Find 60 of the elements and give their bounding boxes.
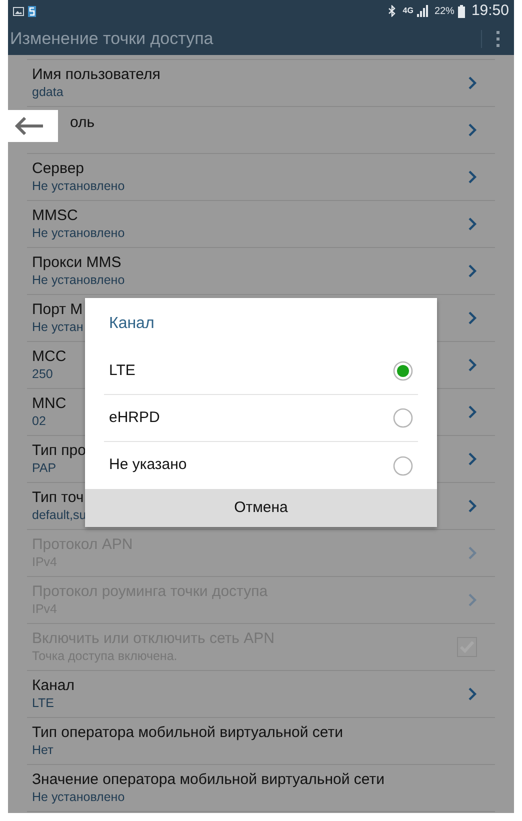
setting-value: Не установлено [32, 273, 125, 288]
radio-button[interactable] [393, 456, 413, 476]
option-label: eHRPD [109, 408, 161, 428]
chevron-right-icon [468, 452, 477, 466]
radio-button[interactable] [393, 408, 413, 428]
setting-value: Нет [32, 743, 54, 758]
setting-value: 02 [32, 414, 46, 429]
clock: 19:50 [471, 0, 509, 21]
setting-title: Порт M [32, 301, 83, 318]
setting-title: Значение оператора мобильной виртуальной сети [32, 771, 385, 788]
setting-title: MNC [32, 395, 66, 412]
setting-title: Прокси MMS [32, 254, 122, 272]
chevron-right-icon [468, 76, 477, 90]
setting-value: Не установлено [32, 226, 125, 241]
radio-option[interactable]: Не указано [104, 442, 418, 489]
back-arrow-icon [14, 117, 44, 135]
battery-icon [458, 4, 466, 18]
app-icon [28, 6, 36, 16]
radio-option[interactable]: LTE [104, 348, 418, 395]
option-label: LTE [109, 360, 136, 381]
dialog-title: Канал [108, 314, 156, 334]
chevron-right-icon [468, 499, 477, 513]
setting-value: PAP [32, 461, 56, 476]
setting-value: default,su [32, 508, 86, 523]
setting-title: MCC [32, 348, 66, 366]
setting-title: оль [69, 114, 95, 132]
chevron-right-icon [468, 123, 477, 137]
setting-value: Не устан [32, 320, 84, 335]
setting-title: Тип про [32, 442, 86, 460]
network-type: 4G [402, 5, 414, 17]
setting-title: MMSC [32, 207, 78, 224]
chevron-right-icon [468, 358, 477, 372]
setting-title: Сервер [32, 160, 84, 178]
option-label: Не указано [109, 455, 188, 476]
image-icon [13, 6, 24, 16]
chevron-right-icon [468, 217, 477, 231]
setting-title: Тип точ [32, 489, 84, 506]
setting-value: Не установлено [32, 179, 125, 194]
chevron-right-icon [468, 546, 477, 560]
cancel-button[interactable]: Отмена [85, 489, 437, 527]
chevron-right-icon [468, 264, 477, 278]
chevron-right-icon [468, 405, 477, 419]
setting-title: Имя пользователя [32, 66, 160, 84]
setting-title: Тип оператора мобильной виртуальной сети [32, 724, 344, 742]
setting-value: 250 [32, 367, 53, 382]
chevron-right-icon [468, 687, 477, 701]
chevron-right-icon [468, 170, 477, 184]
setting-value: gdata [32, 85, 64, 100]
app-bar-title: Изменение точки доступа [10, 28, 214, 50]
radio-button[interactable] [393, 361, 413, 381]
signal-icon [417, 5, 430, 17]
setting-value: LTE [32, 696, 54, 711]
chevron-right-icon [468, 593, 477, 607]
radio-option[interactable]: eHRPD [104, 395, 418, 442]
chevron-right-icon [468, 311, 477, 325]
setting-title: Канал [32, 677, 74, 694]
setting-value: Не установлено [32, 790, 125, 805]
bluetooth-icon [388, 5, 396, 17]
battery-percent: 22% [434, 4, 454, 18]
more-menu-icon[interactable] [496, 30, 500, 46]
